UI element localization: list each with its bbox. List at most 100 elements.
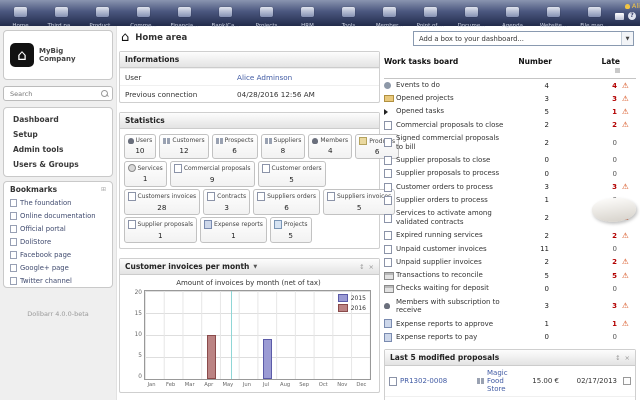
stat-box[interactable]: Suppliers 8 [261, 134, 306, 159]
add-box-select[interactable]: Add a box to your dashboard... [413, 31, 634, 46]
task-number[interactable]: 5 [509, 108, 549, 116]
move-box-icon[interactable]: ↕ [615, 354, 620, 362]
search-icon[interactable] [101, 90, 108, 97]
task-label[interactable]: Expense reports to approve [396, 320, 509, 329]
bookmark-item[interactable]: Facebook page [4, 248, 112, 261]
stat-box[interactable]: Customers 12 [159, 134, 208, 159]
chart-filter-icon[interactable] [253, 264, 257, 270]
task-number[interactable]: 1 [509, 320, 549, 328]
task-label[interactable]: Supplier proposals to close [396, 156, 509, 165]
task-number[interactable]: 0 [509, 333, 549, 341]
task-label[interactable]: Customer orders to process [396, 183, 509, 192]
top-menu-item[interactable]: Bank/Ca... [205, 0, 246, 26]
task-number[interactable]: 2 [509, 258, 549, 266]
task-number[interactable]: 5 [509, 272, 549, 280]
task-number[interactable]: 0 [509, 285, 549, 293]
top-menu-item[interactable]: Product... [82, 0, 123, 26]
info-value[interactable]: 04/28/2016 12:56 AM [237, 90, 315, 99]
stat-box[interactable]: Users 10 [124, 134, 157, 159]
bookmark-item[interactable]: The foundation [4, 196, 112, 209]
x-tick-label: May [218, 382, 237, 388]
sidebar-nav-item[interactable]: Admin tools [4, 142, 112, 157]
task-number[interactable]: 4 [509, 82, 549, 90]
top-menu-item[interactable]: Member... [369, 0, 410, 26]
task-label[interactable]: Transactions to reconcile [396, 271, 509, 280]
stat-box[interactable]: Projects 5 [270, 217, 312, 243]
stat-box[interactable]: Customers invoices 28 [124, 189, 201, 215]
task-number[interactable]: 3 [509, 183, 549, 191]
stat-box[interactable]: Supplier proposals 1 [124, 217, 198, 243]
top-menu-item[interactable]: Point of ... [410, 0, 451, 26]
bookmark-item[interactable]: Official portal [4, 222, 112, 235]
top-menu-item[interactable]: Docume... [451, 0, 492, 26]
late-filter-icon[interactable] [615, 68, 620, 73]
task-label[interactable]: Checks waiting for deposit [396, 284, 509, 293]
sidebar-nav-item[interactable]: Setup [4, 127, 112, 142]
task-label[interactable]: Supplier proposals to process [396, 169, 509, 178]
stat-box[interactable]: Members 4 [308, 134, 352, 159]
sidebar-nav-item[interactable]: Users & Groups [4, 157, 112, 172]
bookmarks-menu-icon[interactable] [101, 186, 106, 193]
task-label[interactable]: Events to do [396, 81, 509, 90]
task-label[interactable]: Commercial proposals to close [396, 121, 509, 130]
task-label[interactable]: Unpaid supplier invoices [396, 258, 509, 267]
select-checkbox[interactable] [623, 377, 631, 385]
search-input[interactable] [8, 89, 101, 99]
top-menu-item[interactable]: Home [0, 0, 41, 26]
task-number[interactable]: 2 [509, 121, 549, 129]
task-row: Supplier proposals to process 0 0 [384, 167, 636, 180]
help-icon[interactable] [628, 12, 636, 20]
task-number[interactable]: 2 [509, 232, 549, 240]
task-label[interactable]: Members with subscription to receive [396, 298, 509, 316]
company-logo-card[interactable]: MyBig Company [3, 30, 113, 80]
task-number[interactable]: 2 [509, 139, 549, 147]
sidebar-nav: Dashboard Setup Admin tools Users & Grou… [3, 107, 113, 177]
stat-box[interactable]: Commercial proposals 9 [170, 161, 255, 187]
logged-user[interactable]: Alice [615, 2, 640, 10]
stat-box[interactable]: Prospects 6 [212, 134, 258, 159]
top-menu-item[interactable]: Comme... [123, 0, 164, 26]
stat-box[interactable]: Suppliers orders 6 [253, 189, 320, 215]
sidebar-nav-item[interactable]: Dashboard [4, 112, 112, 127]
task-label[interactable]: Unpaid customer invoices [396, 245, 509, 254]
task-label[interactable]: Expense reports to pay [396, 333, 509, 342]
bookmark-item[interactable]: DoliStore [4, 235, 112, 248]
bookmark-item[interactable]: Google+ page [4, 261, 112, 274]
top-menu-item[interactable]: Projects [246, 0, 287, 26]
close-box-icon[interactable]: × [369, 263, 374, 271]
task-label[interactable]: Expired running services [396, 231, 509, 240]
task-label[interactable]: Services to activate among validated con… [396, 209, 509, 227]
top-menu-item[interactable]: HRM [287, 0, 328, 26]
task-number[interactable]: 0 [509, 170, 549, 178]
proposal-ref[interactable]: PR1302-0008 [400, 377, 447, 385]
top-menu-item[interactable]: Tools [328, 0, 369, 26]
stat-box[interactable]: Services 1 [124, 161, 167, 187]
task-label[interactable]: Opened tasks [396, 107, 509, 116]
task-number[interactable]: 0 [509, 156, 549, 164]
task-number[interactable]: 3 [509, 302, 549, 310]
move-box-icon[interactable]: ↕ [359, 263, 364, 271]
task-number[interactable]: 3 [509, 95, 549, 103]
info-value[interactable]: Alice Adminson [237, 73, 292, 82]
task-label[interactable]: Signed commercial proposals to bill [396, 134, 509, 152]
task-label[interactable]: Opened projects [396, 94, 509, 103]
bookmark-item[interactable]: Online documentation [4, 209, 112, 222]
task-number[interactable]: 11 [509, 245, 549, 253]
top-menu-item[interactable]: Third pa... [41, 0, 82, 26]
stat-box[interactable]: Contracts 3 [203, 189, 250, 215]
close-box-icon[interactable]: × [625, 354, 630, 362]
task-number[interactable]: 2 [509, 214, 549, 222]
stat-box[interactable]: Customer orders 5 [258, 161, 326, 187]
task-number[interactable]: 1 [509, 196, 549, 204]
page-title-text: Home area [135, 33, 187, 43]
bookmark-item[interactable]: Twitter channel [4, 274, 112, 287]
stat-box[interactable]: Expense reports 1 [200, 217, 267, 243]
company-link[interactable]: Magic Food Store [487, 369, 513, 393]
top-menu-item[interactable]: File man... [574, 0, 615, 26]
top-menu-item[interactable]: Website... [533, 0, 574, 26]
stat-value: 10 [128, 146, 153, 155]
top-menu-item[interactable]: Agenda [492, 0, 533, 26]
task-label[interactable]: Supplier orders to process [396, 196, 509, 205]
print-icon[interactable] [615, 13, 624, 20]
top-menu-item[interactable]: Financia... [164, 0, 205, 26]
